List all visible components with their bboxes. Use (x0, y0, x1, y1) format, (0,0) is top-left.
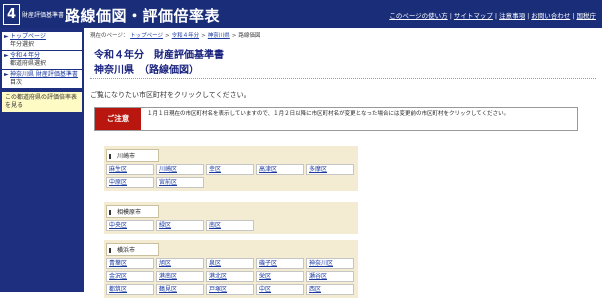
logo-subtitle[interactable]: 財産評価基準書 (22, 10, 64, 19)
ward-link[interactable]: 港南区 (156, 271, 204, 282)
sidebar-item-year[interactable]: ► 令和４年分 都道府県選択 (2, 51, 82, 69)
ward-link[interactable]: 港北区 (206, 271, 254, 282)
instruction-text: ご覧になりたい市区町村をクリックしてください。 (90, 91, 251, 99)
sidebar-item-kanagawa[interactable]: ► 神奈川県 財産評価基準書 目次 (2, 70, 82, 88)
sidebar-item-link[interactable]: トップページ (10, 33, 80, 41)
notice-text: １月１日現在の市区町村名を表示していますので、１月２日以降に市区町村名が変更とな… (147, 111, 510, 117)
sidebar-item-link[interactable]: 令和４年分 (10, 52, 80, 60)
breadcrumb-current: 路線価図 (238, 33, 261, 39)
ward-link[interactable]: 戸塚区 (206, 284, 254, 295)
city-title: 川崎市 (106, 149, 159, 162)
ward-link[interactable]: 旭区 (156, 258, 204, 269)
site-header: 4 財産評価基準書 路線価図・評価倍率表 このページの使い方 | サイトマップ | 注意… (0, 0, 602, 28)
city-title: 横浜市 (106, 243, 159, 256)
ward-link[interactable]: 緑区 (156, 220, 204, 231)
ward-link[interactable]: 鶴見区 (156, 284, 204, 295)
ward-link[interactable]: 中央区 (106, 220, 154, 231)
arrow-right-icon: ► (4, 52, 9, 59)
breadcrumb: 現在のページ： トップページ > 令和４年分 > 神奈川県 > 路線価図 (90, 33, 261, 39)
main-content: 現在のページ： トップページ > 令和４年分 > 神奈川県 > 路線価図 令和４年分 財産評… (84, 28, 602, 298)
breadcrumb-prefecture[interactable]: 神奈川県 (208, 33, 230, 39)
ward-link[interactable]: 磯子区 (256, 258, 304, 269)
city-title: 相模原市 (106, 205, 159, 218)
link-contact[interactable]: お問い合わせ (531, 12, 570, 20)
sidebar-item-sub: 年分選択 (10, 41, 35, 48)
site-title[interactable]: 路線価図・評価倍率表 (65, 5, 220, 26)
sidebar-item-sub: 都道府県選択 (10, 60, 47, 67)
ward-link[interactable]: 幸区 (206, 164, 254, 175)
ward-link[interactable]: 青葉区 (106, 258, 154, 269)
ward-link[interactable]: 中区 (256, 284, 304, 295)
page-title: 令和４年分 財産評価基準書 (94, 50, 224, 61)
ward-grid: 青葉区 旭区 泉区 磯子区 神奈川区 金沢区 港南区 港北区 栄区 瀬谷区 都筑… (106, 258, 356, 295)
ward-link[interactable]: 神奈川区 (306, 258, 354, 269)
breadcrumb-prefix: 現在のページ： (90, 33, 129, 39)
city-block-sagamihara: 相模原市 中央区 緑区 南区 (104, 202, 358, 234)
page-subtitle: 神奈川県 （路線価図） (94, 65, 199, 76)
notice-box: ご注意 １月１日現在の市区町村名を表示していますので、１月２日以降に市区町村名が… (94, 107, 578, 131)
ward-link[interactable]: 中原区 (106, 177, 154, 188)
link-notes[interactable]: 注意事項 (499, 12, 525, 20)
ward-link[interactable]: 瀬谷区 (306, 271, 354, 282)
ward-link[interactable]: 高津区 (256, 164, 304, 175)
ward-grid: 中央区 緑区 南区 (106, 220, 356, 231)
ward-link[interactable]: 川崎区 (156, 164, 204, 175)
ward-link[interactable]: 都筑区 (106, 284, 154, 295)
ward-link[interactable]: 金沢区 (106, 271, 154, 282)
ward-link[interactable]: 麻生区 (106, 164, 154, 175)
logo-number-icon[interactable]: 4 (3, 4, 20, 25)
ward-link[interactable]: 泉区 (206, 258, 254, 269)
ward-link[interactable]: 宮前区 (156, 177, 204, 188)
sidebar-item-link[interactable]: 神奈川県 財産評価基準書 (10, 71, 80, 79)
ward-link[interactable]: 栄区 (256, 271, 304, 282)
ward-link[interactable]: 南区 (206, 220, 254, 231)
notice-label: ご注意 (95, 108, 141, 130)
city-name: 横浜市 (117, 247, 136, 254)
ward-link[interactable]: 多摩区 (306, 164, 354, 175)
sidebar-multiplier-link[interactable]: この都道府県の評価倍率表を見る (2, 92, 82, 112)
sidebar-item-top[interactable]: ► トップページ 年分選択 (2, 32, 82, 50)
arrow-right-icon: ► (4, 71, 9, 78)
sidebar-item-sub: 目次 (10, 79, 23, 86)
sidebar: ► トップページ 年分選択 ► 令和４年分 都道府県選択 ► 神奈川県 財産評価… (0, 28, 84, 292)
link-nta[interactable]: 国税庁 (577, 12, 597, 20)
breadcrumb-year[interactable]: 令和４年分 (172, 33, 200, 39)
city-block-yokohama: 横浜市 青葉区 旭区 泉区 磯子区 神奈川区 金沢区 港南区 港北区 栄区 瀬谷… (104, 240, 358, 298)
city-name: 川崎市 (117, 153, 136, 160)
breadcrumb-top[interactable]: トップページ (130, 33, 163, 39)
city-name: 相模原市 (117, 209, 142, 216)
ward-grid: 麻生区 川崎区 幸区 高津区 多摩区 中原区 宮前区 (106, 164, 356, 188)
link-how-to-use[interactable]: このページの使い方 (389, 12, 447, 20)
header-links: このページの使い方 | サイトマップ | 注意事項 | お問い合わせ | 国税庁 (389, 12, 597, 20)
arrow-right-icon: ► (4, 33, 9, 40)
divider (90, 78, 596, 80)
link-sitemap[interactable]: サイトマップ (454, 12, 493, 20)
city-block-kawasaki: 川崎市 麻生区 川崎区 幸区 高津区 多摩区 中原区 宮前区 (104, 146, 358, 191)
ward-link[interactable]: 西区 (306, 284, 354, 295)
